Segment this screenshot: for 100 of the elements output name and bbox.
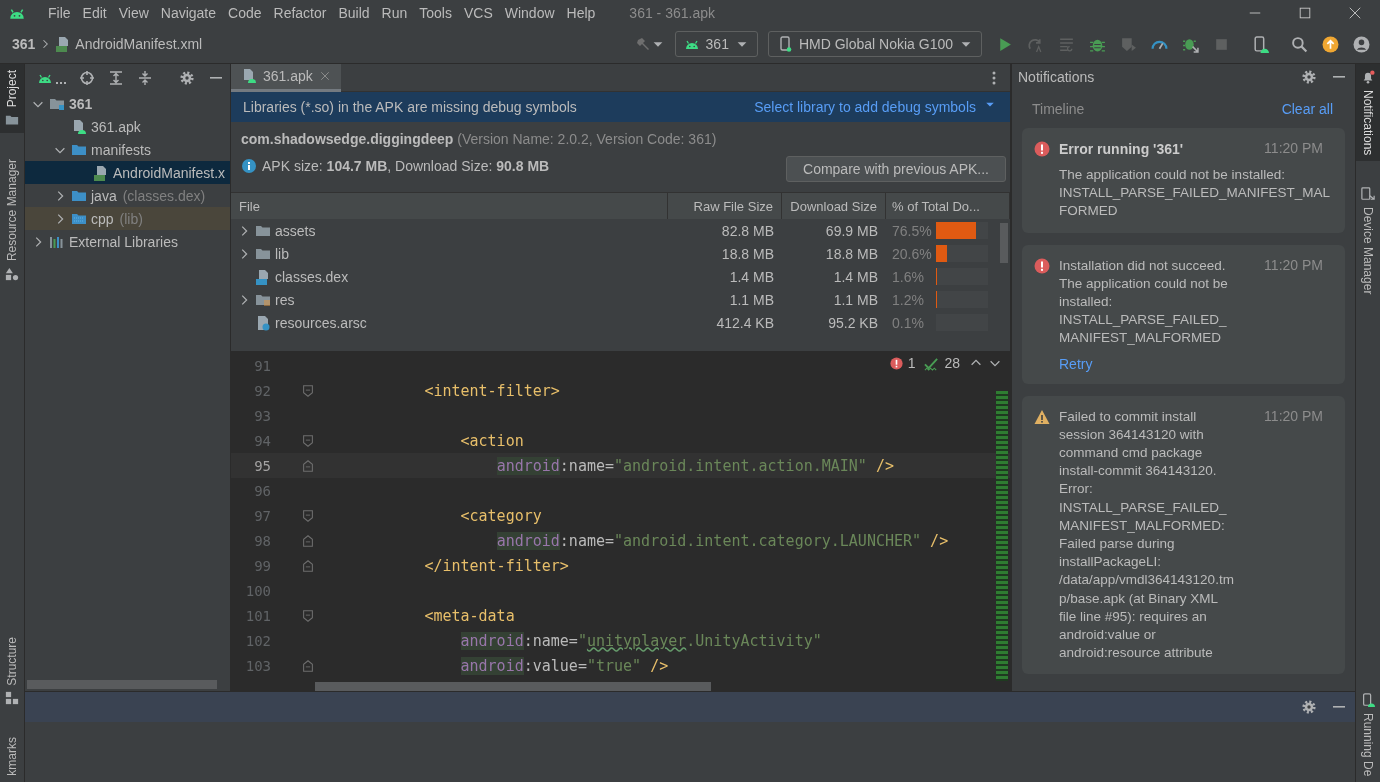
- fold-marker-icon[interactable]: [301, 458, 315, 473]
- fold-marker-icon[interactable]: [301, 533, 315, 548]
- table-cell-text: 412.4 KB: [715, 313, 775, 333]
- line-number: 96: [253, 482, 271, 499]
- table-cell-text: 1.4 MB: [728, 267, 775, 287]
- line-number: 91: [253, 357, 271, 374]
- structure-icon: [5, 691, 19, 706]
- menu-item[interactable]: View: [112, 4, 155, 21]
- notification-title: Error running '361': [1059, 140, 1184, 158]
- notification-message: The application could not be installed: INSTALL_PARSE_FAILED_MANIFEST_MALFORMED: [1059, 166, 1332, 221]
- package-info: com.shadowsedge.diggingdeep (Version Name: 2.0.2, Version Code: 361): [241, 130, 718, 149]
- compare-button[interactable]: Compare with previous APK...: [786, 156, 1006, 182]
- scrollbar[interactable]: [1000, 223, 1008, 263]
- menu-item[interactable]: Edit: [76, 4, 113, 21]
- column-header[interactable]: Download Size: [782, 193, 886, 219]
- code-line: <category: [459, 506, 542, 525]
- line-number: 97: [253, 507, 271, 524]
- tree-item[interactable]: 361.apk: [25, 115, 230, 138]
- tool-window-button[interactable]: Running De: [1356, 686, 1380, 782]
- tree-item[interactable]: 361: [25, 92, 230, 115]
- fold-marker-icon[interactable]: [301, 508, 315, 523]
- notification-message: Installation did not succeed. The application could not be installed: INSTALL_PARSE_FAILED_MANIFEST_MALFORMED: [1059, 256, 1229, 348]
- fold-marker-icon[interactable]: [301, 433, 315, 448]
- fold-marker-icon[interactable]: [301, 658, 315, 673]
- fold-marker-icon[interactable]: [301, 383, 315, 398]
- menu-item[interactable]: Help: [560, 4, 602, 21]
- update-icon[interactable]: [1322, 35, 1339, 53]
- table-cell: lib: [275, 245, 289, 262]
- tool-window-button[interactable]: Structure: [0, 630, 24, 712]
- fold-marker-icon[interactable]: [301, 558, 315, 573]
- close-icon[interactable]: [1348, 5, 1362, 20]
- fold-marker-icon[interactable]: [301, 608, 315, 623]
- scrollbar[interactable]: [27, 680, 217, 689]
- close-icon[interactable]: [318, 70, 331, 82]
- settings-icon[interactable]: [1301, 699, 1317, 715]
- table-cell: assets: [275, 222, 316, 239]
- settings-icon[interactable]: [1301, 69, 1317, 85]
- table-cell-text: 0.1%: [892, 314, 925, 331]
- table-cell: resources.arsc: [275, 314, 367, 331]
- table-cell-text: 1.4 MB: [832, 267, 879, 287]
- hammer-icon[interactable]: [634, 36, 651, 52]
- line-number: 98: [253, 532, 271, 549]
- settings-icon[interactable]: [179, 70, 195, 86]
- editor-tab[interactable]: 361.apk: [231, 63, 341, 92]
- manifest-file-icon: [93, 164, 109, 181]
- error-count[interactable]: 1: [907, 355, 916, 371]
- menu-item[interactable]: Tools: [413, 4, 458, 21]
- tool-window-button[interactable]: Device Manager: [1356, 181, 1380, 301]
- collapse-all-icon[interactable]: [137, 70, 153, 86]
- menu-item[interactable]: Code: [222, 4, 268, 21]
- run-config-dropdown[interactable]: 361: [674, 31, 758, 57]
- apk-file-icon: [71, 118, 87, 135]
- tree-item[interactable]: manifests: [25, 138, 230, 161]
- error-icon: [1034, 257, 1050, 274]
- tool-window-button[interactable]: Resource Manager: [0, 153, 24, 288]
- menu-item[interactable]: File: [42, 4, 77, 21]
- error-icon: [1034, 141, 1050, 157]
- window-title: 361 - 361.apk: [629, 4, 715, 21]
- table-cell-text: 18.8 MB: [824, 244, 879, 264]
- menu-item[interactable]: VCS: [457, 4, 499, 21]
- phone-icon[interactable]: [1252, 35, 1269, 53]
- menu-item[interactable]: Build: [332, 4, 376, 21]
- tree-item[interactable]: AndroidManifest.x: [25, 161, 230, 184]
- account-icon[interactable]: [1353, 35, 1370, 53]
- table-cell-text: 82.8 MB: [720, 221, 775, 241]
- shapes-icon: [5, 267, 19, 282]
- tree-item[interactable]: External Libraries: [25, 230, 230, 253]
- code-line: android:name="android.intent.action.MAIN" />: [495, 456, 894, 475]
- column-header[interactable]: % of Total Do...: [886, 193, 1010, 219]
- tool-window-button[interactable]: kmarks: [0, 731, 24, 782]
- warning-count[interactable]: 28: [944, 355, 960, 371]
- expand-all-icon[interactable]: [108, 70, 124, 86]
- table-cell: 76.5%: [892, 222, 932, 239]
- line-number: 101: [244, 607, 271, 624]
- line-number: 92: [253, 382, 271, 399]
- column-header[interactable]: Raw File Size: [668, 193, 782, 219]
- menu-item[interactable]: Run: [375, 4, 414, 21]
- notification-message: Failed to commit install session 364143120 with command cmd package install-commit 364143120. Error: INSTALL_PARSE_FAILED_MANIFEST_MALFORMED: Failed parse during installPackageLI: /data/app/vmdl364143120.tmp/base.apk (at Binary XML file line #95): requires an android:value or android:resource attribute: [1059, 407, 1235, 663]
- tool-window-button[interactable]: Notifications: [1356, 64, 1380, 162]
- breadcrumb-item[interactable]: 361: [12, 36, 36, 52]
- menu-item[interactable]: Refactor: [267, 4, 333, 21]
- resource-file-icon: [255, 314, 271, 331]
- clear-all-link[interactable]: Clear all: [1281, 101, 1333, 117]
- device-dropdown[interactable]: HMD Global Nokia G100: [767, 31, 982, 57]
- banner-link[interactable]: Select library to add debug symbols: [754, 99, 996, 115]
- retry-link[interactable]: Retry: [1059, 355, 1093, 372]
- tool-window-button[interactable]: Project: [0, 64, 24, 134]
- check-icon: [924, 355, 940, 371]
- menu-item[interactable]: Navigate: [154, 4, 223, 21]
- tree-item[interactable]: cpp (lib): [25, 207, 230, 230]
- menu-item[interactable]: Window: [498, 4, 561, 21]
- breadcrumb-item[interactable]: AndroidManifest.xml: [55, 36, 203, 52]
- column-header[interactable]: File: [231, 193, 668, 219]
- maximize-icon[interactable]: [1298, 5, 1312, 20]
- crosshair-icon[interactable]: [79, 70, 95, 86]
- scrollbar[interactable]: [315, 682, 711, 691]
- tree-item[interactable]: java (classes.dex): [25, 184, 230, 207]
- search-icon[interactable]: [1291, 35, 1308, 53]
- panel-title: Notifications: [1018, 69, 1095, 85]
- code-line: <meta-data: [423, 606, 515, 625]
